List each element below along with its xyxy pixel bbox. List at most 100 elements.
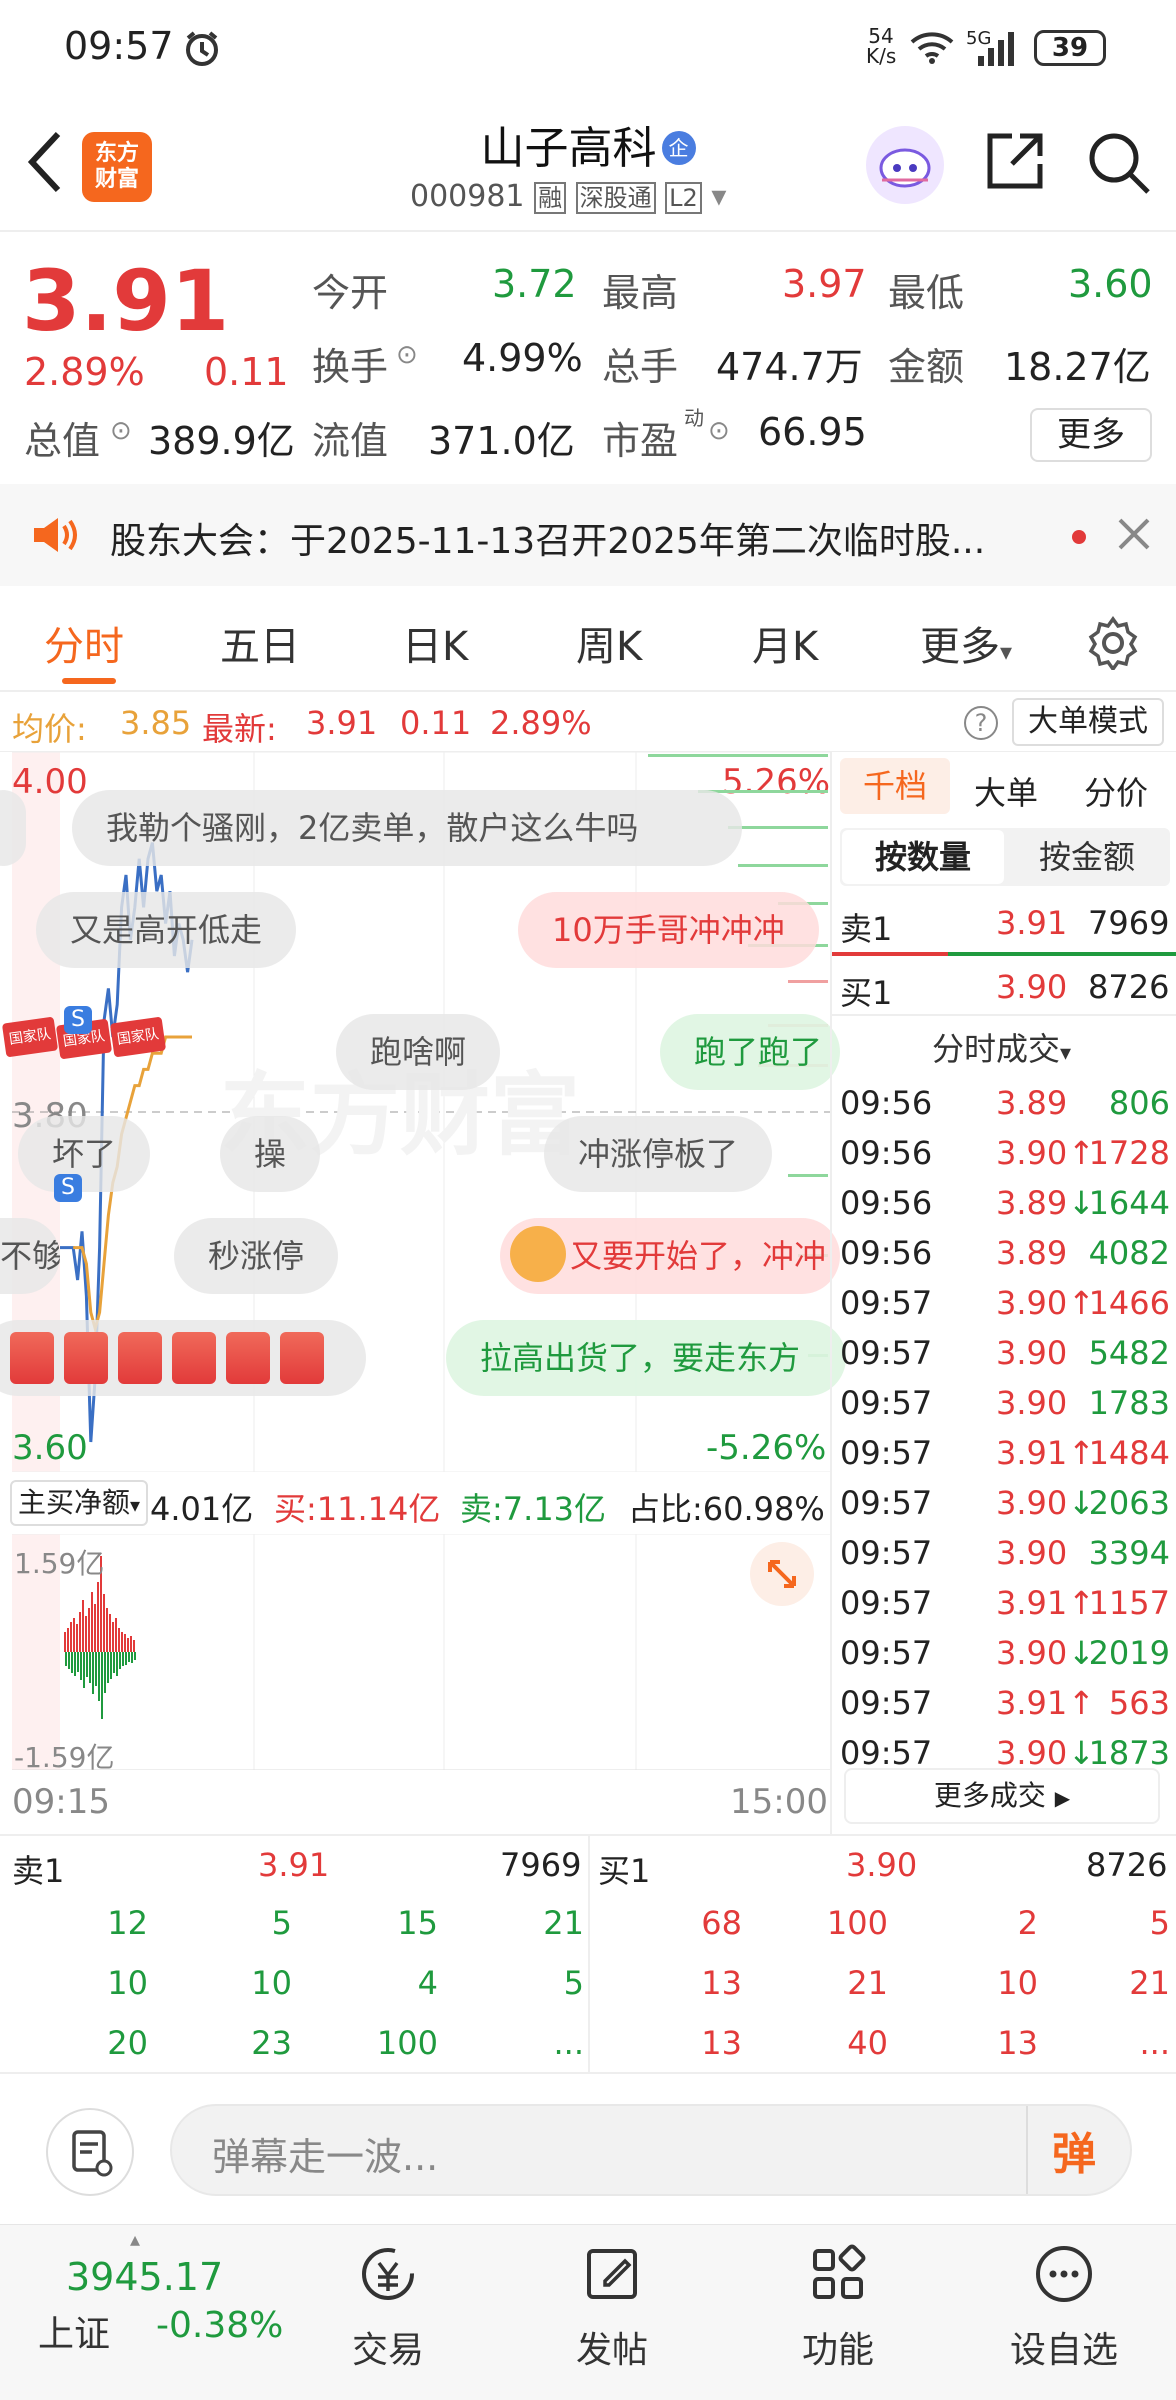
sell-marker[interactable]: S: [64, 1006, 92, 1034]
inflow-bar: [94, 1604, 96, 1652]
national-team-flag[interactable]: 国家队: [1, 1016, 59, 1058]
tab-more[interactable]: 更多▾: [920, 614, 1012, 672]
pe-info-icon[interactable]: ⊙: [708, 416, 730, 446]
pe-label: 市盈: [602, 419, 679, 463]
net-speed: 54 K/s: [866, 24, 897, 68]
avg-label: 均价:: [12, 710, 87, 748]
sell-order-cell: ...: [553, 2024, 584, 2062]
sell-marker[interactable]: S: [54, 1174, 82, 1202]
tick-row: 09:56 3.89 4082: [832, 1228, 1176, 1278]
caret-up-icon[interactable]: ▴: [130, 2227, 140, 2251]
tick-price: 3.90: [996, 1734, 1068, 1772]
dropdown-icon[interactable]: ▾: [711, 179, 726, 214]
mini-flag-icon: [172, 1332, 216, 1384]
latest-label: 最新:: [202, 710, 277, 748]
trade-icon: [362, 2248, 414, 2300]
tick-row: 09:57 3.91 ↑ 563: [832, 1678, 1176, 1728]
inflow-bar: [130, 1636, 132, 1652]
tick-time: 09:57: [840, 1534, 933, 1572]
danmu-input[interactable]: 弹幕走一波... 弹: [170, 2104, 1132, 2196]
search-icon[interactable]: [1086, 130, 1152, 200]
inflow-bar: [112, 1622, 114, 1652]
tab-intraday[interactable]: 分时: [44, 614, 124, 672]
tick-price: 3.91: [996, 1584, 1068, 1622]
index-value[interactable]: 3945.17: [66, 2255, 223, 2299]
settings-gear-icon[interactable]: [1086, 615, 1140, 674]
close-icon[interactable]: [1116, 516, 1152, 556]
nav-post[interactable]: 发帖: [532, 2239, 692, 2373]
tick-row: 09:56 3.89 806: [832, 1078, 1176, 1128]
nav-functions[interactable]: 功能: [758, 2239, 918, 2373]
tick-price: 3.89: [996, 1084, 1068, 1122]
tick-arrow: ↑: [1068, 1684, 1095, 1722]
nav-add-watchlist[interactable]: 设自选: [984, 2239, 1144, 2373]
notice-bar[interactable]: 股东大会：于2025-11-13召开2025年第二次临时股...: [0, 484, 1176, 586]
sell-order-cell: 5: [271, 1904, 292, 1942]
index-name[interactable]: 上证: [38, 2305, 110, 2357]
edit-icon: [587, 2249, 637, 2299]
tick-qty: 806: [1108, 1084, 1170, 1122]
more-ticks-button[interactable]: 更多成交 ▶: [844, 1768, 1160, 1824]
danmu-bubble[interactable]: 坏了: [18, 1116, 151, 1192]
danmu-flags-bubble[interactable]: [0, 1320, 366, 1396]
danmu-bubble[interactable]: 操: [220, 1116, 321, 1192]
buy-order-cell: 21: [1129, 1964, 1170, 2002]
low-value: 3.60: [1068, 262, 1153, 306]
danmu-bubble[interactable]: 冲涨停板了: [544, 1116, 773, 1192]
time-end-label: 15:00: [730, 1782, 828, 1822]
depth-panel: 卖1 3.91 7969 买1 3.90 8726 12 5 15 21 10 10 4 5 2…: [0, 1834, 1176, 2074]
wifi-icon: [910, 30, 954, 68]
tick-price: 3.91: [996, 1684, 1068, 1722]
tick-qty: 1157: [1088, 1584, 1170, 1622]
nav-trade[interactable]: 交易: [308, 2239, 468, 2373]
tab-monthly-k[interactable]: 月K: [752, 614, 818, 672]
amount-label: 金额: [888, 345, 965, 389]
danmu-bubble[interactable]: 我勒个骚刚，2亿卖单，散户这么牛吗: [72, 790, 742, 866]
index-change[interactable]: -0.38%: [156, 2305, 283, 2346]
by-quantity-tab[interactable]: 按数量: [842, 830, 1004, 884]
by-amount-tab[interactable]: 按金额: [1006, 830, 1168, 884]
share-icon[interactable]: [984, 130, 1046, 196]
inflow-bar: [103, 1594, 105, 1652]
ticks-title[interactable]: 分时成交▾: [932, 1024, 1071, 1070]
outflow-bar: [92, 1652, 94, 1694]
national-team-flag[interactable]: 国家队: [109, 1016, 167, 1058]
outflow-bar: [116, 1652, 118, 1676]
more-quote-button[interactable]: 更多: [1030, 408, 1152, 462]
flag-row: [10, 1332, 330, 1384]
intraday-chart[interactable]: 东方财富 4.00 3.80 3.60 5.26% -5.26% 我勒个骚刚，2…: [0, 752, 846, 1834]
depth-order-grid: 12 5 15 21 10 10 4 5 20 23 100... 68 100 2 5 13 21 10 21 13…: [0, 1904, 1176, 2074]
tab-order-levels[interactable]: 千档: [840, 758, 950, 814]
tick-time: 09:57: [840, 1334, 933, 1372]
big-order-mode-button[interactable]: 大单模式: [1012, 698, 1164, 746]
level-tag: L2: [665, 182, 702, 214]
danmu-send-button[interactable]: 弹: [1052, 2118, 1096, 2182]
intraday-info-line: 均价: 3.85 最新: 3.91 0.11 2.89% ? 大单模式: [0, 692, 1176, 752]
tab-weekly-k[interactable]: 周K: [576, 614, 642, 672]
tab-price-distribution[interactable]: 分价: [1084, 768, 1148, 814]
buy-order-cell: 2: [1017, 1904, 1038, 1942]
danmu-bubble[interactable]: 跑啥啊: [336, 1014, 501, 1090]
danmu-bubble-edge[interactable]: [0, 790, 26, 866]
tab-daily-k[interactable]: 日K: [402, 614, 468, 672]
turnover-info-icon[interactable]: ⊙: [396, 340, 418, 370]
danmu-bubble[interactable]: 又是高开低走: [36, 892, 297, 968]
flow-type-dropdown[interactable]: 主买净额▾: [10, 1480, 149, 1526]
danmu-bubble[interactable]: 又要开始了，冲冲: [500, 1218, 840, 1294]
current-price: 3.91: [22, 252, 230, 350]
tab-five-day[interactable]: 五日: [220, 614, 300, 672]
outflow-bar: [95, 1652, 97, 1686]
danmu-settings-icon[interactable]: [46, 2108, 134, 2196]
inflow-bar: [88, 1608, 90, 1652]
robot-assistant-icon[interactable]: [866, 126, 944, 204]
tab-big-orders[interactable]: 大单: [974, 768, 1038, 814]
danmu-bubble[interactable]: 10万手哥冲冲冲: [518, 892, 819, 968]
tick-row: 09:57 3.90 1783: [832, 1378, 1176, 1428]
danmu-bubble[interactable]: 秒涨停: [174, 1218, 339, 1294]
danmu-bubble[interactable]: 拉高出货了，要走东方: [446, 1320, 846, 1396]
info-icon[interactable]: ⊙: [110, 416, 132, 446]
help-icon[interactable]: ?: [964, 706, 998, 740]
danmu-bubble[interactable]: 跑了跑了: [660, 1014, 840, 1090]
expand-icon[interactable]: [750, 1542, 814, 1606]
buy-order-cell: 13: [701, 2024, 742, 2062]
